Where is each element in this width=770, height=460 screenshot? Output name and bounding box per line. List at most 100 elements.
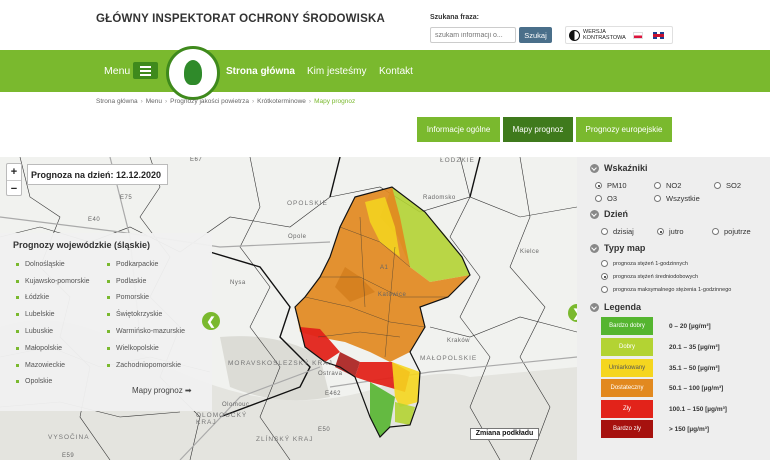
chevron-down-icon — [590, 163, 599, 173]
region-label-moravskoslezsky: MORAVSKOSLEZSKÝ KRAJ — [228, 360, 333, 367]
chevron-down-icon — [590, 209, 599, 219]
radio-icon — [601, 273, 608, 280]
indicator-pm10[interactable]: PM10 — [595, 181, 627, 190]
chevron-down-icon — [590, 243, 599, 253]
indicators-section[interactable]: Wskaźniki — [590, 163, 648, 173]
city-label-krakow: Kraków — [447, 338, 471, 344]
voivodeship-link[interactable]: Wielkopolskie — [107, 340, 185, 357]
city-label-nysa: Nysa — [230, 280, 246, 286]
breadcrumb: Strona główna › Menu › Prognozy jakości po… — [96, 98, 356, 105]
forecast-maps-link[interactable]: Mapy prognoz ➡ — [132, 386, 192, 395]
road-label: E462 — [325, 391, 342, 397]
city-label-katowice: Katowice — [378, 292, 407, 298]
legend-range: 100.1 – 150 [µg/m³] — [669, 405, 727, 413]
voivodeship-link[interactable]: Pomorskie — [107, 290, 185, 307]
legend-row: Bardzo dobry 0 – 20 [µg/m³] — [601, 317, 711, 335]
voivodeship-link[interactable]: Kujawsko-pomorskie — [16, 273, 90, 290]
voivodeship-link[interactable]: Lubelskie — [16, 306, 90, 323]
breadcrumb-item[interactable]: Krótkoterminowe — [257, 98, 306, 105]
voivodeship-panel-title: Prognozy wojewódzkie (śląskie) — [13, 240, 151, 250]
day-label: dzisiaj — [613, 227, 634, 236]
nav-link-about[interactable]: Kim jesteśmy — [307, 66, 366, 77]
indicator-no2[interactable]: NO2 — [654, 181, 681, 190]
map-type-label: prognoza stężeń średniodobowych — [613, 273, 699, 280]
day-label: pojutrze — [724, 227, 751, 236]
voivodeship-list-2: Podkarpackie Podlaskie Pomorskie Świętok… — [107, 256, 185, 374]
region-label-lodzkie: ŁÓDZKIE — [440, 157, 475, 164]
legend-row: Dostateczny 50.1 – 100 [µg/m³] — [601, 379, 723, 397]
tab-general-info[interactable]: Informacje ogólne — [417, 117, 500, 142]
search-label: Szukana fraza: — [430, 14, 480, 21]
region-label-opolskie: OPOLSKIE — [287, 200, 328, 207]
english-flag-icon[interactable] — [653, 31, 664, 39]
voivodeship-link[interactable]: Małopolskie — [16, 340, 90, 357]
site-title[interactable]: GŁÓWNY INSPEKTORAT OCHRONY ŚRODOWISKA — [96, 13, 385, 25]
tab-forecast-maps[interactable]: Mapy prognoz — [503, 117, 573, 142]
voivodeship-link[interactable]: Zachodniopomorskie — [107, 357, 185, 374]
voivodeship-link[interactable]: Opolskie — [16, 374, 90, 391]
search-input[interactable] — [430, 27, 516, 43]
breadcrumb-item[interactable]: Strona główna — [96, 98, 138, 105]
map-type-max-hourly[interactable]: prognoza maksymalnego stężenia 1-godzinn… — [601, 286, 731, 293]
indicator-label: PM10 — [607, 181, 627, 190]
map-type-hourly[interactable]: prognoza stężeń 1-godzinnych — [601, 260, 688, 267]
voivodeship-link[interactable]: Łódzkie — [16, 290, 90, 307]
breadcrumb-item[interactable]: Prognozy jakości powietrza — [170, 98, 249, 105]
day-section[interactable]: Dzień — [590, 209, 628, 219]
map-options-panel: Wskaźniki PM10 NO2 SO2 O3 Wszystkie Dzie… — [577, 157, 770, 460]
road-label: E50 — [318, 427, 331, 433]
map-types-section[interactable]: Typy map — [590, 243, 645, 253]
legend-row: Zły 100.1 – 150 [µg/m³] — [601, 400, 727, 418]
indicators-title: Wskaźniki — [604, 163, 648, 173]
radio-icon — [601, 260, 608, 267]
legend-row: Umiarkowany 35.1 – 50 [µg/m³] — [601, 359, 720, 377]
contrast-toggle[interactable]: WERSJA KONTRASTOWA — [565, 26, 673, 44]
map-types-title: Typy map — [604, 243, 646, 253]
legend-section[interactable]: Legenda — [590, 302, 641, 312]
map-type-daily[interactable]: prognoza stężeń średniodobowych — [601, 273, 698, 280]
voivodeship-link[interactable]: Świętokrzyskie — [107, 306, 185, 323]
radio-icon — [601, 228, 608, 235]
radio-icon — [601, 286, 608, 293]
legend-swatch: Bardzo zły — [601, 420, 653, 438]
polish-flag-icon[interactable] — [633, 31, 643, 39]
city-label-olomouc: Olomouc — [222, 402, 250, 408]
breadcrumb-item[interactable]: Menu — [146, 98, 162, 105]
indicator-label: Wszystkie — [666, 194, 700, 203]
indicator-all[interactable]: Wszystkie — [654, 194, 700, 203]
zoom-out-button[interactable]: − — [7, 180, 21, 196]
indicator-o3[interactable]: O3 — [595, 194, 617, 203]
radio-icon — [654, 182, 661, 189]
zoom-in-button[interactable]: + — [7, 164, 21, 180]
indicator-so2[interactable]: SO2 — [714, 181, 741, 190]
day-today[interactable]: dzisiaj — [601, 227, 634, 236]
voivodeship-link[interactable]: Lubuskie — [16, 323, 90, 340]
voivodeship-link[interactable]: Podlaskie — [107, 273, 185, 290]
gios-logo[interactable] — [166, 46, 220, 100]
radio-icon — [595, 195, 602, 202]
breadcrumb-current: Mapy prognoz — [314, 98, 356, 105]
voivodeship-link[interactable]: Warmińsko-mazurskie — [107, 323, 185, 340]
legend-range: 35.1 – 50 [µg/m³] — [669, 364, 720, 372]
day-after-tomorrow[interactable]: pojutrze — [712, 227, 751, 236]
nav-link-contact[interactable]: Kontakt — [379, 66, 413, 77]
radio-icon — [654, 195, 661, 202]
menu-label[interactable]: Menu — [104, 65, 130, 77]
hamburger-menu-icon[interactable] — [133, 62, 158, 79]
voivodeship-link[interactable]: Dolnośląskie — [16, 256, 90, 273]
search-button[interactable]: Szukaj — [519, 27, 552, 43]
voivodeship-link[interactable]: Mazowieckie — [16, 357, 90, 374]
radio-icon — [657, 228, 664, 235]
legend-swatch: Zły — [601, 400, 653, 418]
contrast-label: WERSJA KONTRASTOWA — [583, 29, 626, 41]
legend-swatch: Dobry — [601, 338, 653, 356]
tab-european-forecasts[interactable]: Prognozy europejskie — [576, 117, 672, 142]
nav-link-home[interactable]: Strona główna — [226, 66, 295, 77]
road-label: E67 — [190, 157, 203, 163]
city-label-radomsko: Radomsko — [423, 195, 456, 201]
change-basemap-button[interactable]: Zmiana podkładu — [470, 428, 539, 440]
voivodeship-forecasts-panel: Prognozy wojewódzkie (śląskie) Dolnośląs… — [0, 233, 212, 411]
voivodeship-link[interactable]: Podkarpackie — [107, 256, 185, 273]
day-tomorrow[interactable]: jutro — [657, 227, 684, 236]
previous-arrow-icon[interactable]: ❮ — [202, 312, 220, 330]
